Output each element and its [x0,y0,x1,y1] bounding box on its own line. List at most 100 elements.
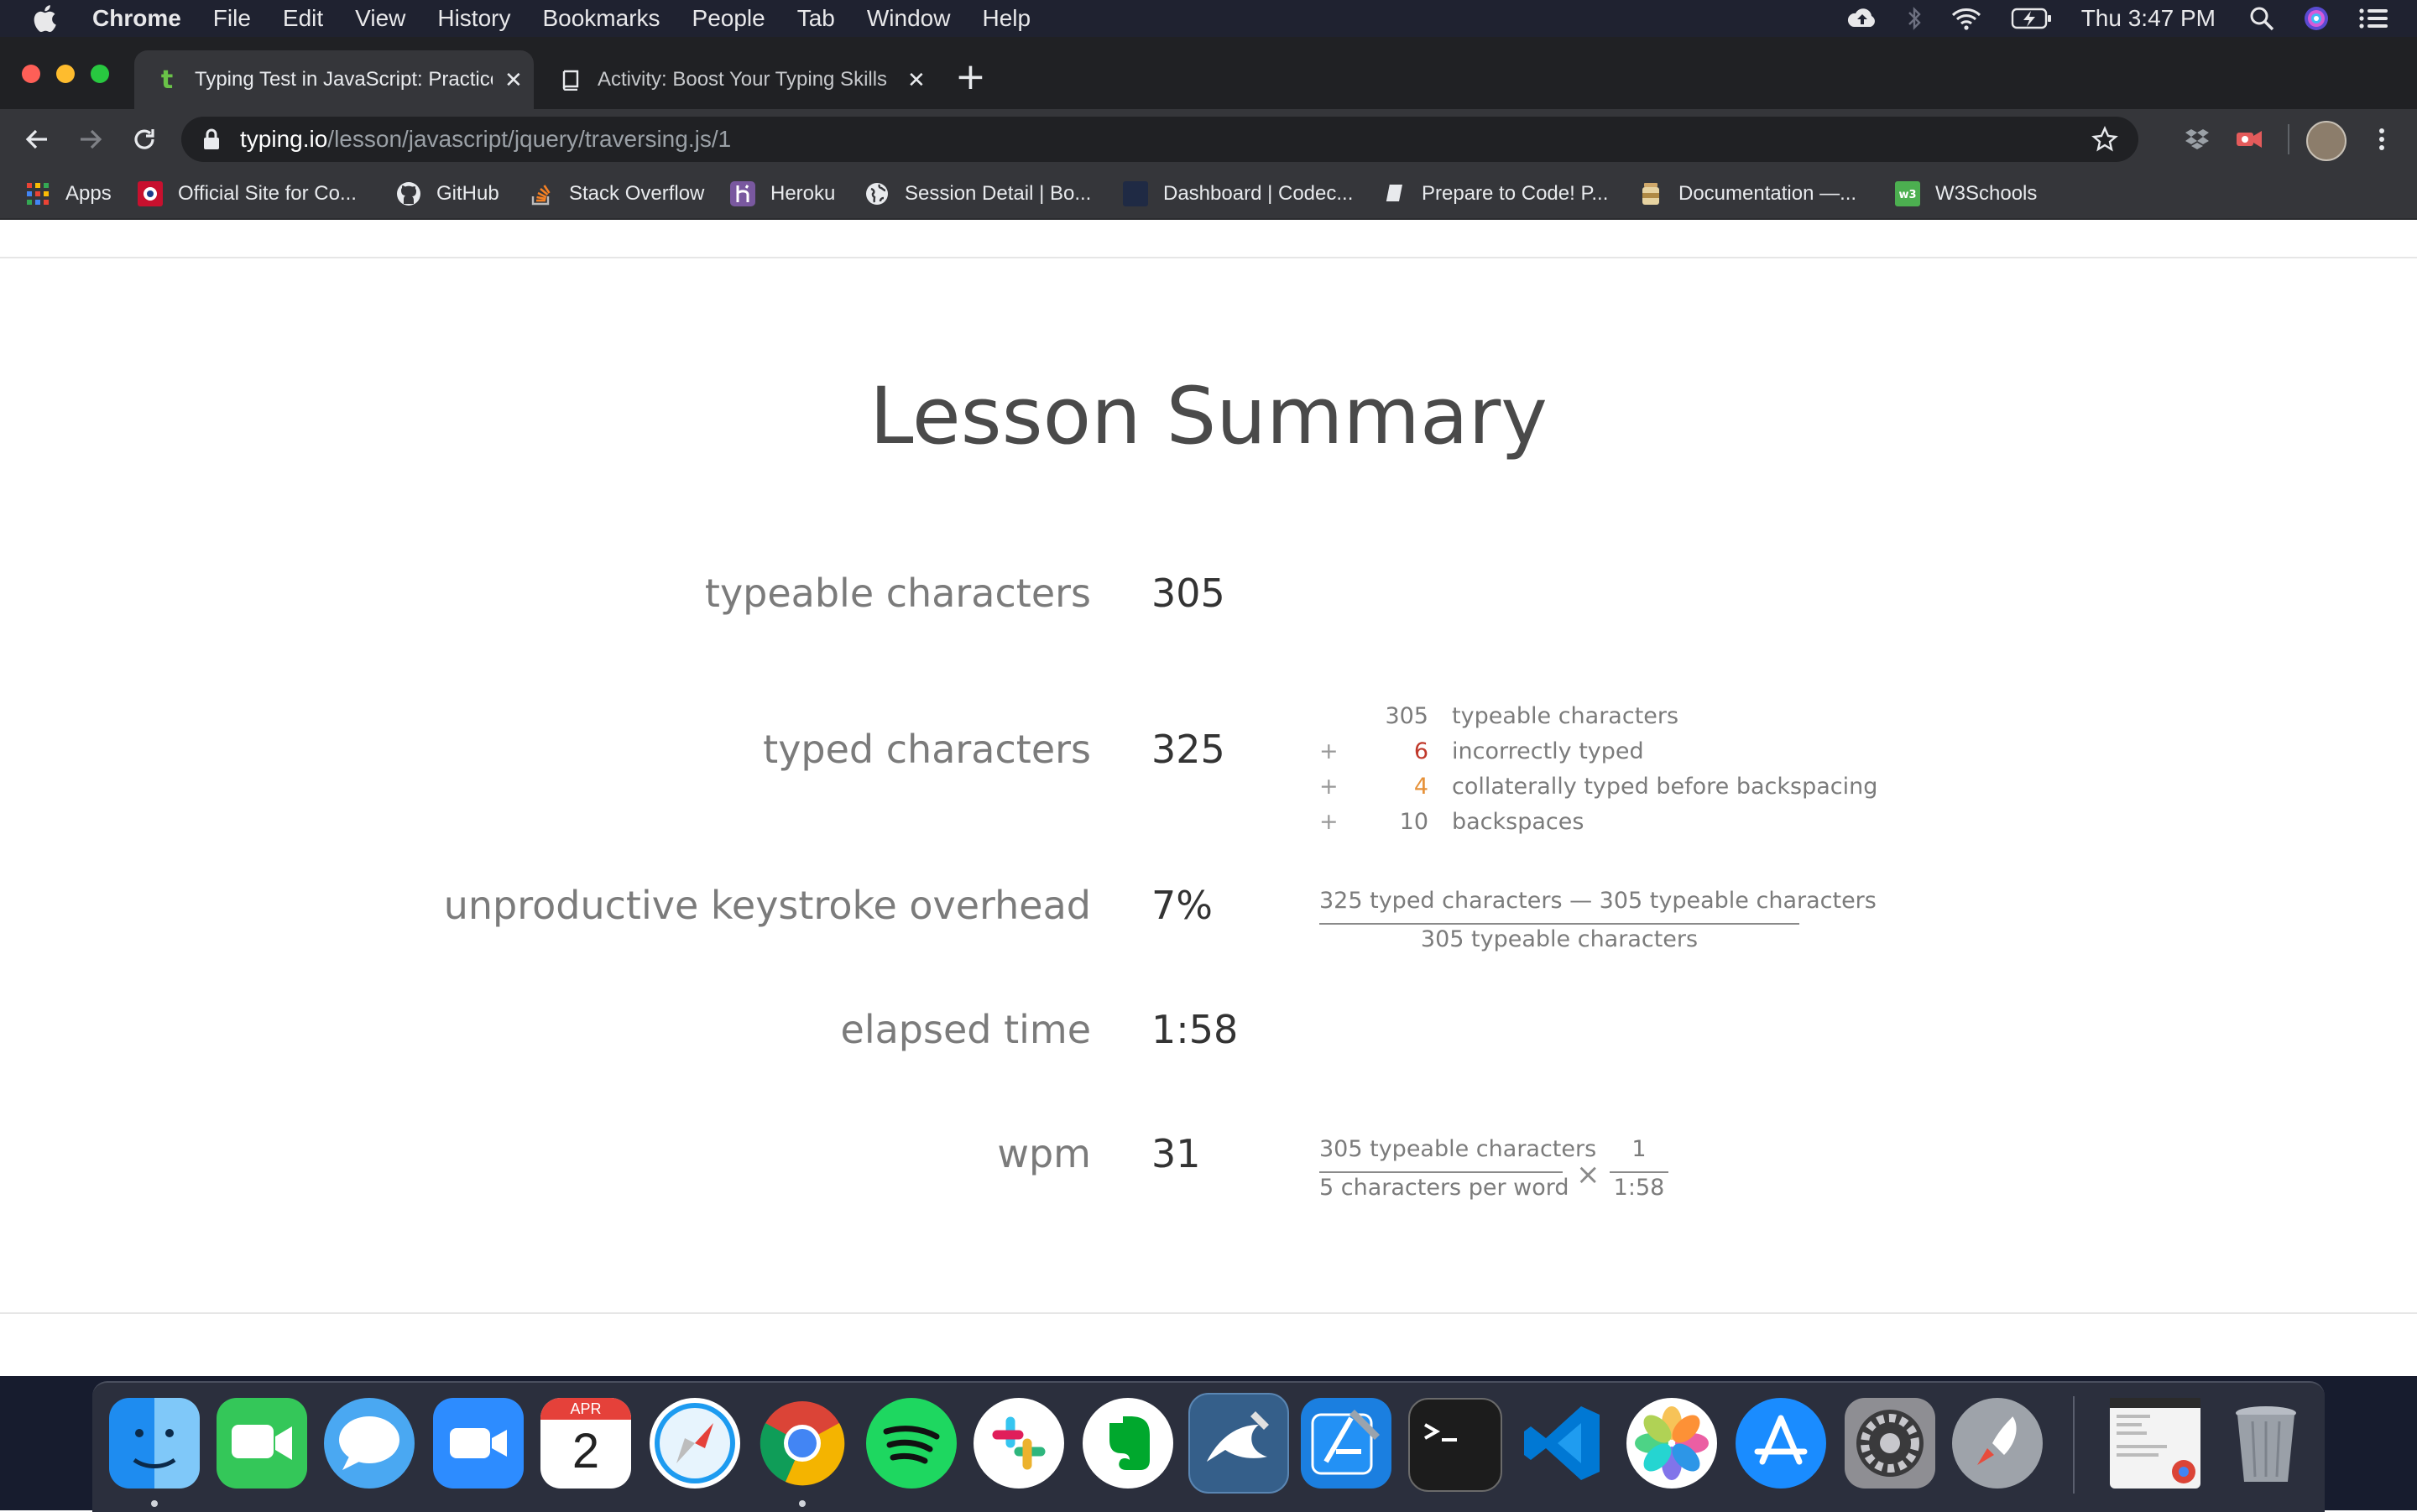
breakdown-text: collaterally typed before backspacing [1452,773,1878,800]
battery-icon[interactable] [2011,7,2053,30]
calendar-month: APR [540,1398,631,1420]
menu-bookmarks[interactable]: Bookmarks [542,5,660,32]
bookmark-dashboard[interactable]: Dashboard | Codec... [1123,180,1353,208]
profile-avatar[interactable] [2306,121,2347,161]
bookmark-w3schools[interactable]: w3 W3Schools [1895,180,2037,208]
bookmark-label: Heroku [770,182,836,205]
breakdown-op: + [1319,808,1339,835]
typeable-label: typeable characters [704,571,1091,616]
tab-typing-test[interactable]: t Typing Test in JavaScript: Practice ✕ [134,50,534,109]
spotify-icon[interactable] [866,1398,957,1489]
menu-window[interactable]: Window [867,5,951,32]
document-preview-icon[interactable] [2110,1398,2200,1489]
mysql-workbench-icon[interactable] [1188,1393,1289,1494]
typeable-value: 305 [1151,571,1225,616]
facetime-icon[interactable] [217,1398,307,1489]
bookmark-label: GitHub [436,182,499,205]
screen-recorder-extension-icon[interactable] [2234,124,2264,154]
wpm-fraction1-numerator: 305 typeable characters [1319,1136,1597,1162]
photos-icon[interactable] [1626,1398,1717,1489]
tab-close-icon[interactable]: ✕ [504,67,523,93]
bookmark-star-icon[interactable] [2091,126,2118,153]
notification-center-icon[interactable] [2358,7,2388,30]
menu-edit[interactable]: Edit [283,5,323,32]
zoom-icon[interactable] [433,1398,524,1489]
forward-arrow-icon[interactable] [76,124,106,154]
slack-icon[interactable] [974,1398,1064,1489]
menu-help[interactable]: Help [982,5,1031,32]
breakdown-num: 4 [1413,773,1428,800]
bookmark-label: Official Site for Co... [178,182,357,205]
github-icon [396,181,421,206]
breakdown-row: 305 typeable characters [1319,698,1678,733]
spotlight-search-icon[interactable] [2249,6,2274,31]
menu-app-name[interactable]: Chrome [92,5,181,32]
menu-people[interactable]: People [692,5,765,32]
lock-icon[interactable] [201,128,222,151]
menu-file[interactable]: File [213,5,251,32]
apple-icon[interactable] [30,3,62,34]
w3schools-icon: w3 [1895,181,1920,206]
menu-tab[interactable]: Tab [797,5,835,32]
new-tab-plus-icon[interactable]: + [955,55,986,98]
bookmark-official-site[interactable]: Official Site for Co... [138,180,357,208]
breakdown-row: + 10 backspaces [1319,804,1584,839]
overhead-numerator: 325 typed characters — 305 typeable char… [1319,888,1877,914]
multiply-sign: × [1576,1158,1600,1191]
bookmark-label: W3Schools [1935,182,2038,205]
cloud-upload-icon[interactable] [1846,6,1878,31]
wifi-icon[interactable] [1950,6,1982,31]
window-minimize-button[interactable] [56,65,75,83]
evernote-icon[interactable] [1083,1398,1173,1489]
xcode-icon[interactable] [1301,1398,1391,1489]
menu-history[interactable]: History [437,5,510,32]
launchpad-icon[interactable] [1952,1398,2043,1489]
typed-label: typed characters [763,727,1091,772]
book-favicon-icon [557,67,582,92]
breakdown-num: 6 [1413,738,1428,764]
breakdown-row: + 6 incorrectly typed [1319,733,1644,769]
window-close-button[interactable] [22,65,40,83]
bookmark-session-detail[interactable]: Session Detail | Bo... [864,180,1091,208]
bookmark-github[interactable]: GitHub [396,180,499,208]
siri-icon[interactable] [2303,5,2330,32]
wpm-fraction2-denominator: 1:58 [1613,1175,1665,1201]
more-menu-icon[interactable] [2367,124,2397,154]
calendar-icon[interactable]: APR 2 [540,1398,631,1489]
bluetooth-icon[interactable] [1907,6,1922,31]
footer-divider [0,1312,2417,1314]
tab-activity[interactable]: Activity: Boost Your Typing Skills ✕ [537,50,937,109]
finder-icon[interactable] [109,1398,200,1489]
bookmark-prepare-to-code[interactable]: Prepare to Code! P... [1381,180,1608,208]
app-store-icon[interactable] [1736,1398,1826,1489]
menubar-clock[interactable]: Thu 3:47 PM [2081,5,2216,32]
terminal-icon[interactable] [1408,1398,1502,1492]
system-preferences-icon[interactable] [1845,1398,1935,1489]
tab-close-icon[interactable]: ✕ [907,67,926,93]
bookmark-heroku[interactable]: Heroku [730,180,835,208]
bookmark-documentation[interactable]: Documentation —... [1638,180,1856,208]
overhead-denominator: 305 typeable characters [1420,926,1699,952]
menu-bar: Chrome File Edit View History Bookmarks … [0,0,2417,37]
breakdown-text: incorrectly typed [1452,738,1644,764]
reload-icon[interactable] [129,124,159,154]
codecademy-icon [1123,181,1148,206]
bookmark-apps[interactable]: Apps [25,180,112,208]
bookmark-label: Stack Overflow [569,182,705,205]
address-bar[interactable]: typing.io/lesson/javascript/jquery/trave… [181,117,2138,162]
wpm-value: 31 [1151,1131,1201,1176]
menu-view[interactable]: View [355,5,405,32]
back-arrow-icon[interactable] [22,124,52,154]
url-path: /lesson/javascript/jquery/traversing.js/… [327,126,732,152]
bookmark-stack-overflow[interactable]: Stack Overflow [529,180,704,208]
messages-icon[interactable] [324,1398,415,1489]
chrome-icon[interactable] [757,1398,848,1489]
window-zoom-button[interactable] [91,65,109,83]
dropbox-extension-icon[interactable] [2182,124,2212,154]
vscode-icon[interactable] [1516,1398,1606,1489]
safari-icon[interactable] [650,1398,740,1489]
trash-icon[interactable] [2221,1398,2311,1489]
book-icon [1381,181,1407,206]
site-favicon-icon [138,181,163,206]
dock: APR 2 [92,1381,2325,1512]
